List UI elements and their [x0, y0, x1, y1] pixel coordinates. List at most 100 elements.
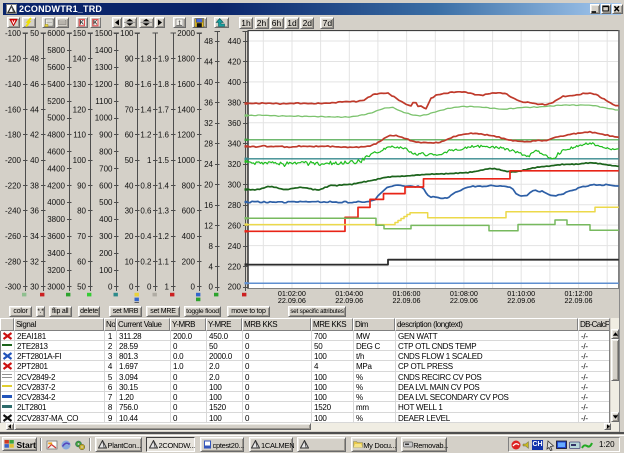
svg-text:70: 70: [125, 105, 134, 114]
svg-text:32: 32: [30, 257, 39, 266]
svg-text:280: 280: [228, 201, 242, 210]
svg-text:-120: -120: [5, 55, 22, 64]
svg-text:-140: -140: [5, 80, 22, 89]
svg-text:50: 50: [30, 30, 39, 38]
svg-text:1800: 1800: [177, 55, 195, 64]
svg-text:0: 0: [129, 283, 134, 292]
svg-text:0.4: 0.4: [140, 232, 152, 241]
svg-text:1000: 1000: [177, 156, 195, 165]
svg-text:800: 800: [99, 148, 113, 157]
svg-text:100: 100: [120, 30, 134, 38]
svg-text:1.8: 1.8: [158, 80, 170, 89]
svg-text:800: 800: [182, 181, 196, 190]
svg-text:320: 320: [228, 160, 242, 169]
svg-text:22.09.06: 22.09.06: [335, 296, 363, 303]
svg-text:1600: 1600: [177, 80, 195, 89]
svg-text:48: 48: [204, 37, 213, 46]
svg-text:-280: -280: [5, 257, 22, 266]
svg-text:1000: 1000: [95, 114, 113, 123]
svg-text:220: 220: [228, 262, 242, 271]
svg-text:4000: 4000: [47, 198, 65, 207]
svg-text:40: 40: [204, 78, 213, 87]
svg-text:400: 400: [228, 78, 242, 87]
svg-text:400: 400: [182, 232, 196, 241]
svg-text:10: 10: [125, 257, 134, 266]
svg-text:-200: -200: [5, 156, 22, 165]
svg-text:900: 900: [99, 131, 113, 140]
svg-text:4400: 4400: [47, 164, 65, 173]
svg-text:5600: 5600: [47, 63, 65, 72]
svg-text:0.8: 0.8: [140, 181, 152, 190]
svg-text:22.09.06: 22.09.06: [278, 296, 306, 303]
svg-text:90: 90: [77, 181, 86, 190]
svg-text:20: 20: [204, 180, 213, 189]
svg-text:140: 140: [73, 55, 87, 64]
svg-text:1.8: 1.8: [140, 55, 152, 64]
svg-text:34: 34: [30, 232, 39, 241]
svg-text:44: 44: [204, 58, 213, 67]
svg-text:50: 50: [125, 156, 134, 165]
svg-text:1.7: 1.7: [158, 105, 170, 114]
svg-text:1100: 1100: [95, 97, 113, 106]
svg-text:700: 700: [99, 164, 113, 173]
svg-text:1.4: 1.4: [140, 105, 152, 114]
svg-text:1: 1: [147, 156, 152, 165]
svg-text:1.9: 1.9: [158, 55, 170, 64]
svg-text:80: 80: [125, 80, 134, 89]
svg-text:1.4: 1.4: [158, 181, 170, 190]
svg-text:80: 80: [77, 207, 86, 216]
svg-text:5400: 5400: [47, 80, 65, 89]
svg-text:150: 150: [73, 30, 87, 38]
svg-text:380: 380: [228, 99, 242, 108]
svg-text:2000: 2000: [177, 30, 195, 38]
svg-text:340: 340: [228, 140, 242, 149]
svg-text:1400: 1400: [95, 46, 113, 55]
svg-text:42: 42: [30, 131, 39, 140]
svg-text:1.1: 1.1: [158, 257, 170, 266]
svg-text:400: 400: [99, 215, 113, 224]
svg-text:240: 240: [228, 242, 242, 251]
svg-text:4200: 4200: [47, 181, 65, 190]
svg-text:3000: 3000: [47, 283, 65, 292]
svg-text:100: 100: [73, 156, 87, 165]
svg-text:30: 30: [30, 283, 39, 292]
svg-text:110: 110: [73, 131, 86, 140]
svg-text:38: 38: [30, 181, 39, 190]
svg-text:120: 120: [73, 105, 87, 114]
svg-text:130: 130: [73, 80, 87, 89]
svg-text:0.2: 0.2: [140, 257, 152, 266]
svg-text:-100: -100: [5, 30, 22, 38]
svg-text:1400: 1400: [177, 105, 195, 114]
svg-text:24: 24: [204, 160, 213, 169]
svg-text:0: 0: [147, 283, 152, 292]
svg-text:1.2: 1.2: [158, 232, 170, 241]
svg-text:420: 420: [228, 58, 242, 67]
svg-text:600: 600: [182, 207, 196, 216]
svg-text:1.6: 1.6: [158, 131, 170, 140]
svg-text:22.09.06: 22.09.06: [450, 296, 478, 303]
svg-text:32: 32: [204, 119, 213, 128]
svg-text:300: 300: [228, 180, 242, 189]
svg-text:46: 46: [30, 80, 39, 89]
svg-text:36: 36: [204, 99, 213, 108]
svg-text:-180: -180: [5, 131, 22, 140]
svg-text:360: 360: [228, 119, 242, 128]
svg-text:1.6: 1.6: [140, 80, 152, 89]
svg-text:-220: -220: [5, 181, 22, 190]
svg-text:0.6: 0.6: [140, 207, 152, 216]
svg-text:1.5: 1.5: [158, 156, 170, 165]
svg-text:-160: -160: [5, 105, 22, 114]
svg-text:28: 28: [204, 140, 213, 149]
svg-text:500: 500: [99, 198, 113, 207]
svg-text:16: 16: [204, 201, 213, 210]
svg-text:0: 0: [108, 283, 113, 292]
svg-text:20: 20: [125, 232, 134, 241]
svg-text:5000: 5000: [47, 114, 65, 123]
svg-text:300: 300: [99, 232, 113, 241]
svg-text:60: 60: [125, 131, 134, 140]
svg-text:36: 36: [30, 207, 39, 216]
svg-text:-240: -240: [5, 207, 22, 216]
svg-text:3800: 3800: [47, 215, 65, 224]
svg-text:1.2: 1.2: [140, 131, 152, 140]
svg-text:60: 60: [77, 257, 86, 266]
